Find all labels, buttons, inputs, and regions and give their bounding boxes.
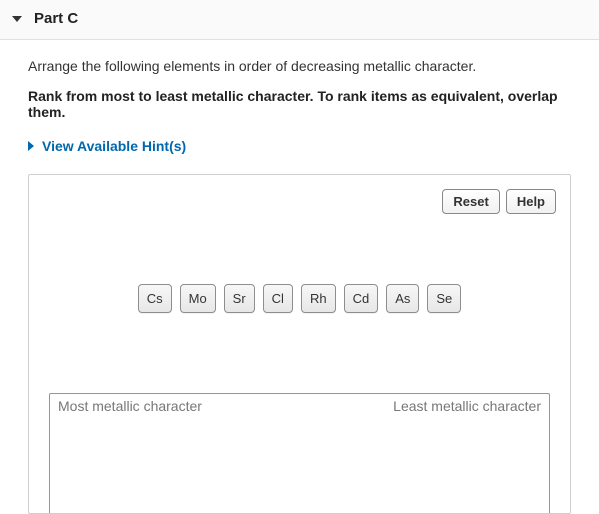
element-tiles-row: Cs Mo Sr Cl Rh Cd As Se bbox=[43, 284, 556, 313]
instruction-bold: Rank from most to least metallic charact… bbox=[28, 88, 571, 120]
collapse-icon bbox=[12, 16, 22, 22]
chevron-right-icon bbox=[28, 141, 34, 151]
dropzone-left-label: Most metallic character bbox=[58, 398, 202, 414]
element-tile[interactable]: Cd bbox=[344, 284, 379, 313]
instruction-text: Arrange the following elements in order … bbox=[28, 58, 571, 74]
part-title: Part C bbox=[34, 10, 78, 27]
element-tile[interactable]: Se bbox=[427, 284, 461, 313]
element-tile[interactable]: Mo bbox=[180, 284, 216, 313]
dropzone-right-label: Least metallic character bbox=[393, 398, 541, 414]
element-tile[interactable]: Sr bbox=[224, 284, 255, 313]
workspace-toolbar: Reset Help bbox=[43, 189, 556, 214]
hints-label: View Available Hint(s) bbox=[42, 138, 186, 154]
element-tile[interactable]: Cs bbox=[138, 284, 172, 313]
help-button[interactable]: Help bbox=[506, 189, 556, 214]
ranking-dropzone[interactable]: Most metallic character Least metallic c… bbox=[49, 393, 550, 513]
part-content: Arrange the following elements in order … bbox=[0, 40, 599, 514]
element-tile[interactable]: Rh bbox=[301, 284, 336, 313]
element-tile[interactable]: As bbox=[386, 284, 419, 313]
element-tile[interactable]: Cl bbox=[263, 284, 293, 313]
part-header[interactable]: Part C bbox=[0, 0, 599, 40]
reset-button[interactable]: Reset bbox=[442, 189, 499, 214]
view-hints-toggle[interactable]: View Available Hint(s) bbox=[28, 138, 571, 154]
ranking-workspace: Reset Help Cs Mo Sr Cl Rh Cd As Se Most … bbox=[28, 174, 571, 514]
